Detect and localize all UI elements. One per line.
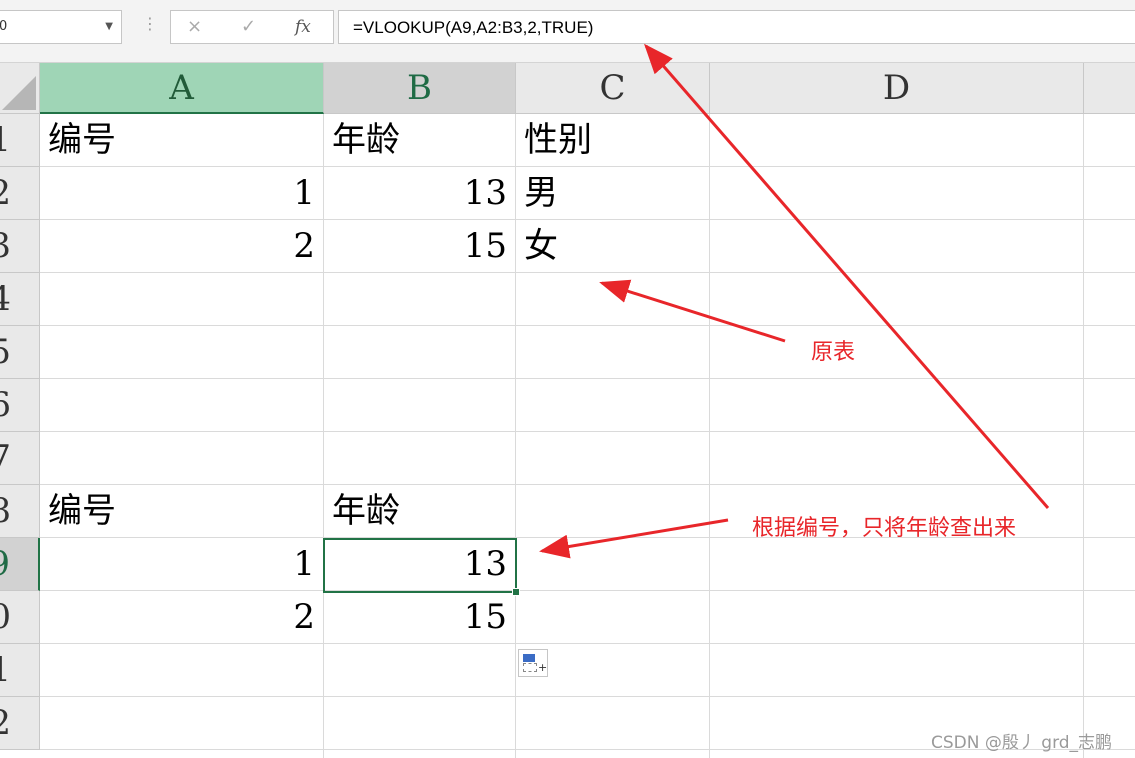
arrow-to-formula bbox=[644, 43, 1050, 509]
arrow-to-original-table bbox=[599, 279, 786, 343]
annotation-arrows bbox=[539, 43, 1050, 559]
annotation-lookup-note: 根据编号，只将年龄查出来 bbox=[752, 516, 1017, 541]
watermark: CSDN @殷丿 grd_志鹏 bbox=[931, 733, 1113, 753]
arrow-to-result-cell bbox=[539, 518, 729, 559]
annotation-original-table: 原表 bbox=[811, 340, 856, 365]
